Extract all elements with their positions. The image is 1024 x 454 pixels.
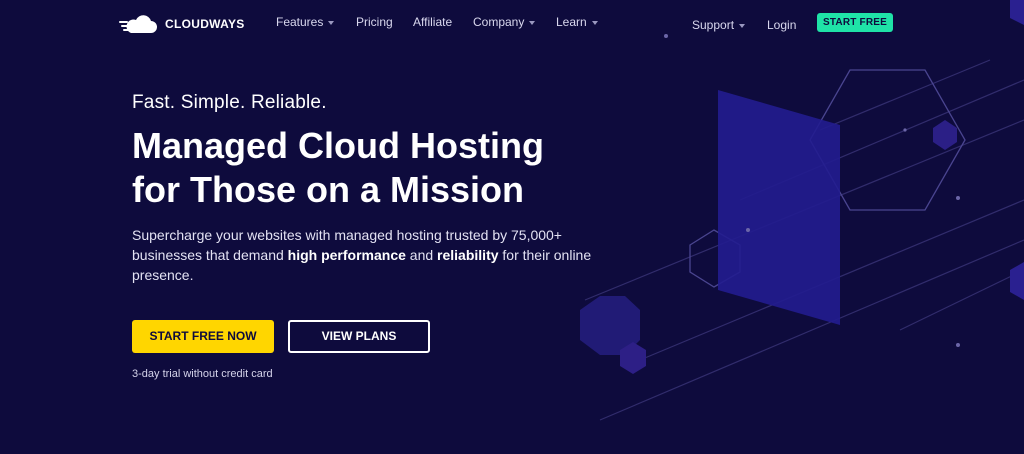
nav-item-label: Support <box>692 18 735 32</box>
start-free-button[interactable]: START FREE <box>817 13 893 32</box>
headline-line-1: Managed Cloud Hosting <box>132 125 544 166</box>
brand-logo[interactable]: CLOUDWAYS <box>119 12 245 36</box>
desc-highlight-performance: high performance <box>287 247 406 263</box>
brand-name: CLOUDWAYS <box>165 17 245 31</box>
chevron-down-icon <box>739 23 746 28</box>
nav-item-label: Company <box>473 15 525 29</box>
nav-item-pricing[interactable]: Pricing <box>356 15 393 29</box>
view-plans-button[interactable]: VIEW PLANS <box>288 320 430 353</box>
nav-item-learn[interactable]: Learn <box>556 15 598 29</box>
trial-note: 3-day trial without credit card <box>132 368 273 380</box>
headline-line-2: for Those on a Mission <box>132 169 525 210</box>
nav-item-label: Learn <box>556 15 587 29</box>
hero-headline: Managed Cloud Hosting for Those on a Mis… <box>132 124 652 212</box>
chevron-down-icon <box>328 20 335 25</box>
hero-description: Supercharge your websites with managed h… <box>132 225 602 285</box>
desc-text: and <box>405 247 438 263</box>
cloud-logo-icon <box>119 15 157 33</box>
desc-highlight-reliability: reliability <box>437 247 499 263</box>
top-navbar: CLOUDWAYS Features Pricing Affiliate Com… <box>0 0 1024 48</box>
nav-item-label: Affiliate <box>413 15 453 29</box>
start-free-now-button[interactable]: START FREE NOW <box>132 320 274 353</box>
nav-item-affiliate[interactable]: Affiliate <box>413 15 452 29</box>
nav-item-support[interactable]: Support <box>692 18 746 32</box>
nav-item-label: Features <box>276 15 324 29</box>
login-label: Login <box>767 18 797 32</box>
nav-item-company[interactable]: Company <box>473 15 536 29</box>
hero-tagline: Fast. Simple. Reliable. <box>132 92 327 113</box>
login-link[interactable]: Login <box>767 18 796 32</box>
nav-item-features[interactable]: Features <box>276 15 335 29</box>
chevron-down-icon <box>591 20 598 25</box>
nav-item-label: Pricing <box>356 15 393 29</box>
chevron-down-icon <box>529 20 536 25</box>
